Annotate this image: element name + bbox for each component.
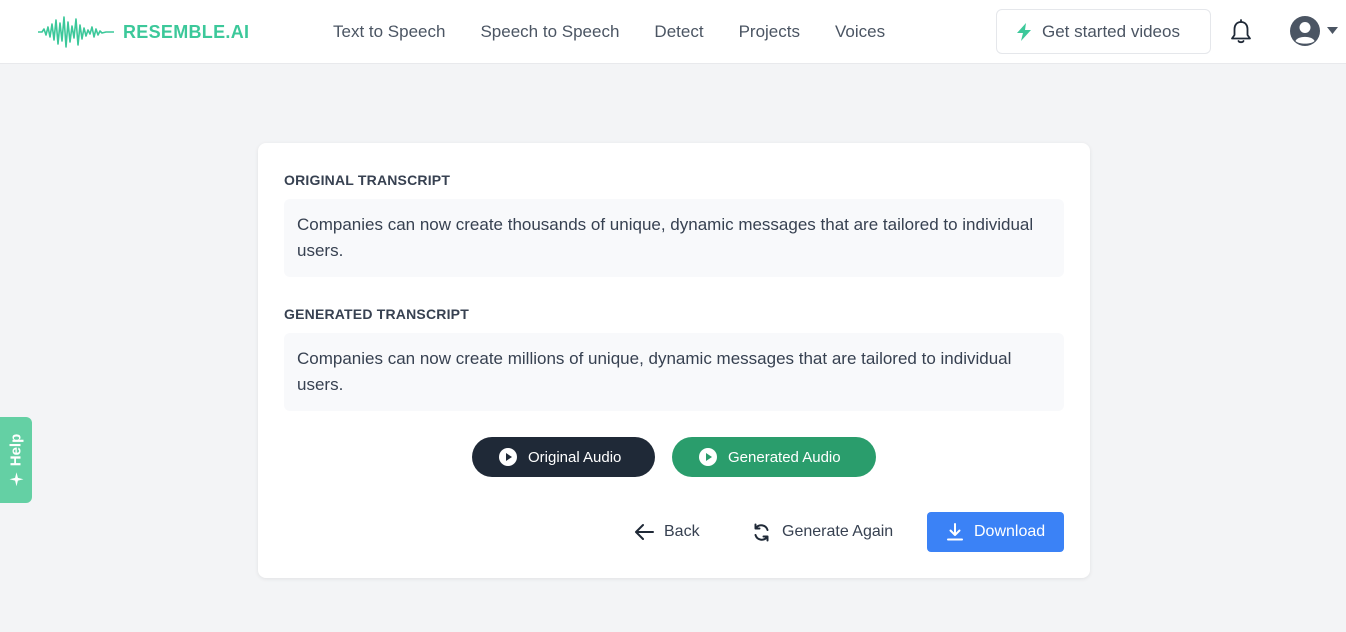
user-avatar-icon[interactable]: [1289, 15, 1321, 47]
generate-again-button[interactable]: Generate Again: [752, 512, 893, 552]
generated-transcript-text: Companies can now create millions of uni…: [284, 333, 1064, 411]
sparkle-icon: [9, 472, 23, 487]
nav-item-speech-to-speech[interactable]: Speech to Speech: [480, 22, 619, 42]
back-button[interactable]: Back: [634, 512, 700, 552]
play-icon: [699, 448, 717, 466]
top-header: RESEMBLE.AI Text to Speech Speech to Spe…: [0, 0, 1346, 64]
generated-transcript-title: GENERATED TRANSCRIPT: [284, 306, 469, 322]
waveform-logo-icon: [38, 16, 114, 48]
help-tab[interactable]: Help: [0, 417, 32, 503]
back-label: Back: [664, 523, 700, 540]
generated-audio-label: Generated Audio: [728, 448, 841, 466]
original-audio-label: Original Audio: [528, 448, 622, 466]
original-transcript-text: Companies can now create thousands of un…: [284, 199, 1064, 277]
bolt-icon: [1017, 22, 1031, 41]
arrow-left-icon: [635, 524, 654, 540]
brand-logo[interactable]: RESEMBLE.AI: [38, 12, 249, 52]
nav-item-detect[interactable]: Detect: [654, 22, 703, 42]
brand-name: RESEMBLE.AI: [123, 21, 250, 42]
nav-item-voices[interactable]: Voices: [835, 22, 885, 42]
generated-audio-button[interactable]: Generated Audio: [672, 437, 876, 477]
download-button[interactable]: Download: [927, 512, 1064, 552]
original-audio-button[interactable]: Original Audio: [472, 437, 655, 477]
download-icon: [947, 523, 963, 541]
bell-icon[interactable]: [1229, 19, 1253, 45]
play-icon: [499, 448, 517, 466]
generate-again-label: Generate Again: [782, 523, 894, 540]
download-label: Download: [974, 523, 1046, 540]
main-nav: Text to Speech Speech to Speech Detect P…: [333, 0, 920, 64]
transcript-card: ORIGINAL TRANSCRIPT Companies can now cr…: [258, 143, 1090, 578]
caret-down-icon[interactable]: [1327, 27, 1338, 35]
get-started-videos-label: Get started videos: [1042, 21, 1180, 41]
original-transcript-title: ORIGINAL TRANSCRIPT: [284, 172, 451, 188]
refresh-icon: [754, 523, 769, 541]
nav-item-text-to-speech[interactable]: Text to Speech: [333, 22, 445, 42]
help-tab-content: Help: [8, 434, 25, 487]
help-label: Help: [7, 433, 25, 467]
nav-item-projects[interactable]: Projects: [739, 22, 800, 42]
get-started-videos-button[interactable]: Get started videos: [996, 9, 1211, 54]
